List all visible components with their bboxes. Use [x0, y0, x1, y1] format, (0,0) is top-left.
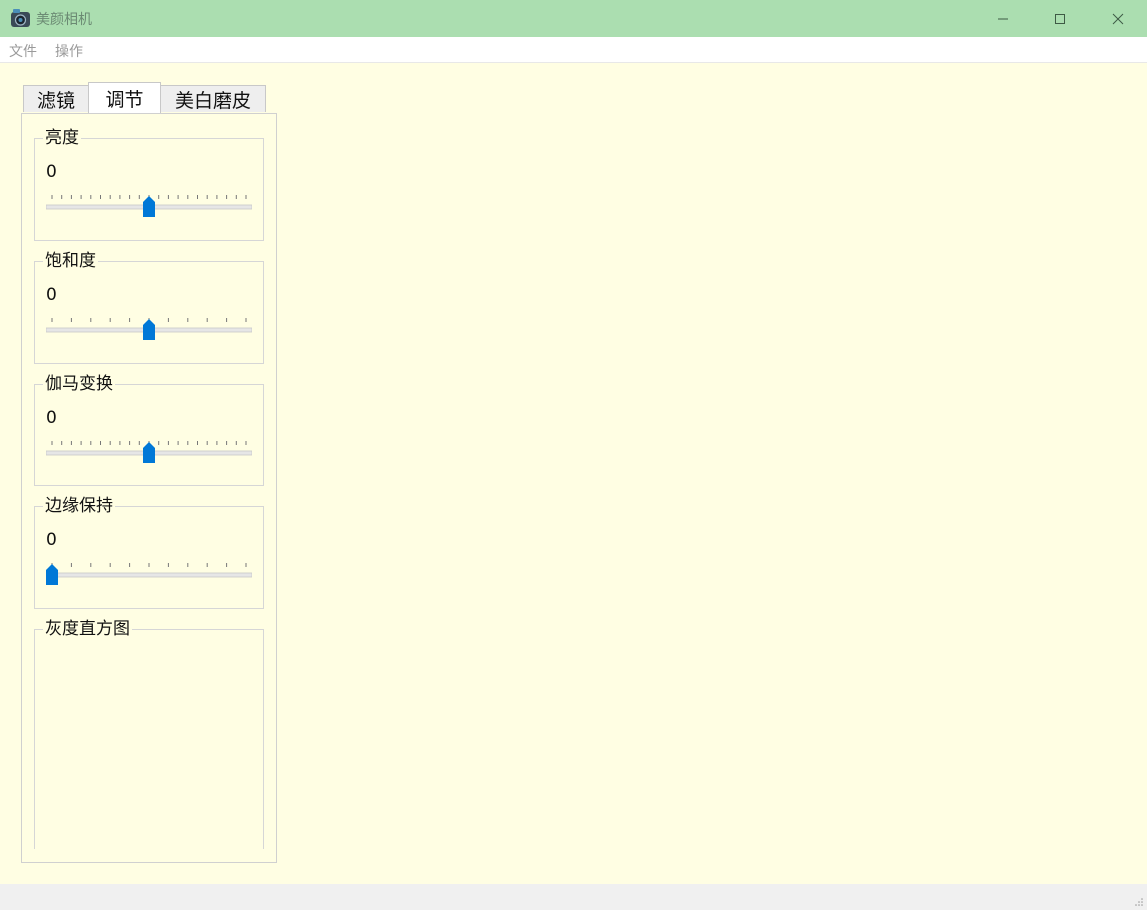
- brightness-value: 0: [46, 162, 57, 182]
- slider-handle[interactable]: [143, 319, 155, 340]
- close-icon: [1112, 13, 1124, 24]
- menu-operation[interactable]: 操作: [55, 41, 83, 61]
- gamma-slider[interactable]: [46, 439, 252, 469]
- tab-adjust[interactable]: 调节: [88, 82, 161, 113]
- edge-group: 边缘保持 0: [34, 496, 264, 609]
- slider-handle[interactable]: [143, 196, 155, 217]
- slider-handle[interactable]: [143, 442, 155, 463]
- edge-label: 边缘保持: [43, 496, 115, 516]
- slider-track: [46, 572, 252, 578]
- maximize-button[interactable]: [1037, 0, 1083, 37]
- tab-filter[interactable]: 滤镜: [23, 85, 89, 112]
- histogram-area: [35, 640, 263, 849]
- close-button[interactable]: [1095, 0, 1141, 37]
- menu-file[interactable]: 文件: [9, 41, 37, 61]
- slider-handle[interactable]: [46, 564, 58, 585]
- gamma-value: 0: [46, 408, 57, 428]
- tab-beauty[interactable]: 美白磨皮: [160, 85, 266, 112]
- brightness-group: 亮度 0: [34, 128, 264, 241]
- brightness-slider[interactable]: [46, 193, 252, 223]
- camera-app-icon: [11, 9, 30, 27]
- title-bar[interactable]: 美颜相机: [0, 0, 1147, 37]
- brightness-label: 亮度: [43, 128, 81, 148]
- saturation-group: 饱和度 0: [34, 251, 264, 364]
- resize-grip-icon[interactable]: [1134, 897, 1144, 907]
- saturation-slider[interactable]: [46, 316, 252, 346]
- edge-slider[interactable]: [46, 561, 252, 591]
- histogram-group: 灰度直方图: [34, 619, 264, 849]
- gamma-group: 伽马变换 0: [34, 374, 264, 486]
- window-title: 美颜相机: [36, 12, 92, 28]
- saturation-label: 饱和度: [43, 251, 98, 271]
- minimize-button[interactable]: [980, 0, 1026, 37]
- menu-bar: 文件 操作: [0, 37, 1147, 63]
- minimize-icon: [998, 18, 1008, 19]
- saturation-value: 0: [46, 285, 57, 305]
- edge-value: 0: [46, 530, 57, 550]
- maximize-icon: [1055, 13, 1065, 24]
- gamma-label: 伽马变换: [43, 374, 115, 394]
- histogram-label: 灰度直方图: [43, 619, 132, 639]
- status-bar: [0, 884, 1147, 910]
